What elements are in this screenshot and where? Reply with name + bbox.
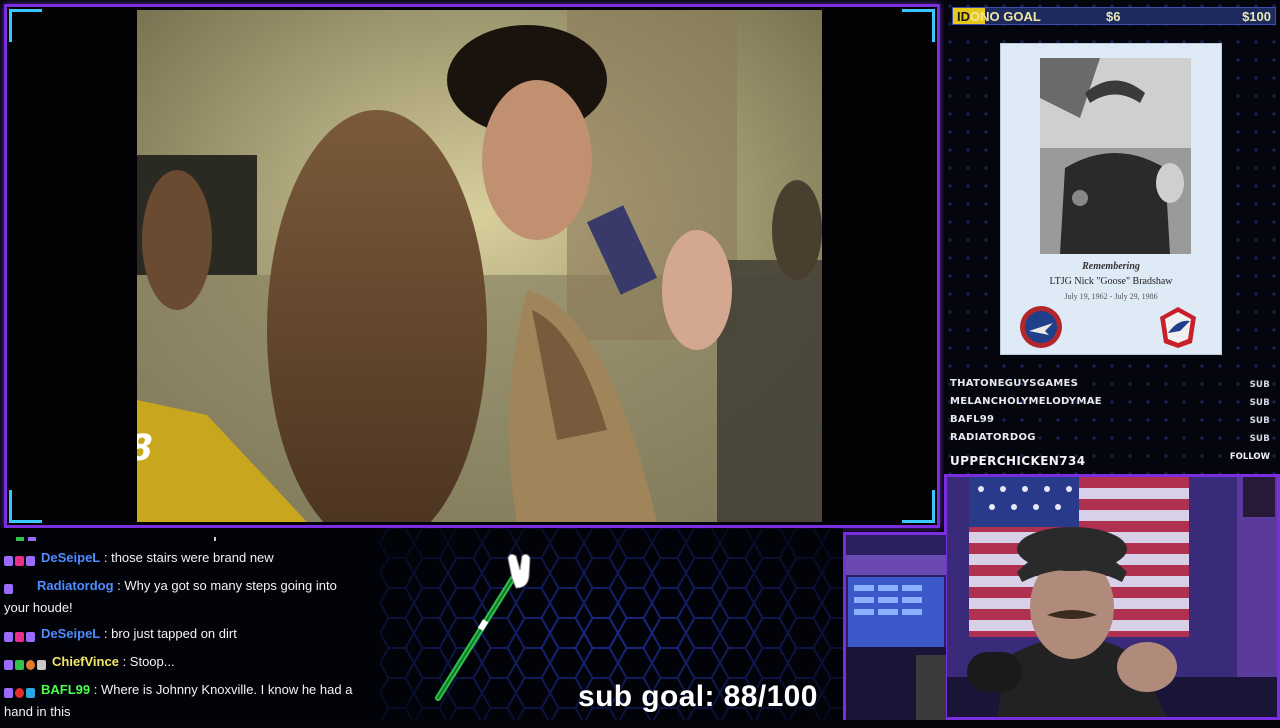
memorial-card: Remembering LTJG Nick "Goose" Bradshaw J… xyxy=(1000,43,1222,355)
event-row: RADIATORDOG SUB xyxy=(950,430,1270,448)
squadron-patch-left xyxy=(1020,306,1062,348)
chat-username[interactable]: Radiatordog xyxy=(37,578,114,593)
chat-message: DeSeipeL : bro just tapped on dirt xyxy=(4,624,364,646)
prime-badge-icon xyxy=(26,555,35,566)
corner-bracket xyxy=(902,9,935,42)
chat-message: ChiefVince : Stoop... xyxy=(4,652,364,674)
event-row: MELANCHOLYMELODYMAE SUB xyxy=(950,394,1270,412)
circle-badge-icon xyxy=(15,687,24,698)
squadron-patch-right xyxy=(1160,307,1196,348)
sub-badge-icon xyxy=(4,583,13,594)
event-type: SUB xyxy=(1249,398,1270,408)
donation-goal-target: $100 xyxy=(1242,9,1271,24)
side-camera-frame xyxy=(843,532,946,720)
event-username: RADIATORDOG xyxy=(950,432,1036,443)
follower-username: UPPERCHICKEN734 xyxy=(950,454,1086,468)
sub-goal-counter: sub goal: 88/100 xyxy=(578,680,818,713)
chat-username[interactable]: ChiefVince xyxy=(52,654,119,669)
event-username: THATONEGUYSGAMES xyxy=(950,378,1079,389)
misc-badge-icon xyxy=(37,659,46,670)
memorial-heading: Remembering xyxy=(1082,261,1140,272)
event-row: THATONEGUYSGAMES SUB xyxy=(950,376,1270,394)
sub-badge-icon xyxy=(4,631,13,642)
latest-follower: UPPERCHICKEN734 FOLLOW xyxy=(950,452,1270,472)
chat-message: BAFL99 : Where is Johnny Knoxville. I kn… xyxy=(4,680,364,722)
event-username: MELANCHOLYMELODYMAE xyxy=(950,396,1102,407)
memorial-photo xyxy=(1040,58,1191,254)
partial-chat-line xyxy=(16,534,216,544)
main-video-frame: 8 xyxy=(4,4,940,528)
event-username: BAFL99 xyxy=(950,414,995,425)
chat-text: : Stoop... xyxy=(118,654,175,669)
event-type: SUB xyxy=(1249,434,1270,444)
heart-badge-icon xyxy=(15,631,24,642)
chat-badges xyxy=(4,550,37,570)
corner-bracket xyxy=(9,490,42,523)
heart-badge-icon xyxy=(15,555,24,566)
sub-badge-icon xyxy=(4,659,13,670)
event-type: SUB xyxy=(1249,380,1270,390)
chat-badges xyxy=(4,578,15,598)
chat-text: : those stairs were brand new xyxy=(100,550,274,565)
chat-username[interactable]: DeSeipeL xyxy=(41,626,100,641)
corner-bracket xyxy=(9,9,42,42)
donation-goal-bar: IDONO GOAL $6 $100 xyxy=(952,7,1276,25)
memorial-dates: July 19, 1962 - July 29, 1986 xyxy=(1064,292,1158,301)
donation-goal-current: $6 xyxy=(1106,9,1121,24)
sub-badge-icon xyxy=(4,555,13,566)
webcam-frame xyxy=(944,474,1280,720)
video-content-image: 8 xyxy=(137,10,822,522)
side-camera-image xyxy=(846,535,946,720)
chat-panel: DeSeipeL : those stairs were brand new R… xyxy=(4,548,364,728)
blue-badge-icon xyxy=(26,687,35,698)
flower-badge-icon xyxy=(26,659,35,670)
chat-message: Radiatordog : Why ya got so many steps g… xyxy=(4,576,364,618)
webcam-image xyxy=(947,477,1277,717)
chat-badges xyxy=(4,682,37,702)
chat-username[interactable]: DeSeipeL xyxy=(41,550,100,565)
recent-events-list: THATONEGUYSGAMES SUB MELANCHOLYMELODYMAE… xyxy=(950,376,1270,448)
check-badge-icon xyxy=(15,659,24,670)
follower-type: FOLLOW xyxy=(1229,452,1270,462)
event-type: SUB xyxy=(1249,416,1270,426)
chat-badges xyxy=(4,626,37,646)
chat-message: DeSeipeL : those stairs were brand new xyxy=(4,548,364,570)
event-row: BAFL99 SUB xyxy=(950,412,1270,430)
chat-badges xyxy=(4,654,48,674)
chat-username[interactable]: BAFL99 xyxy=(41,682,90,697)
prime-badge-icon xyxy=(26,631,35,642)
sub-badge-icon xyxy=(4,687,13,698)
chat-text: : bro just tapped on dirt xyxy=(100,626,237,641)
memorial-name: LTJG Nick "Goose" Bradshaw xyxy=(1049,276,1173,287)
donation-goal-label: IDONO GOAL xyxy=(957,9,1041,24)
corner-bracket xyxy=(902,490,935,523)
hand-pointer-icon xyxy=(435,553,531,701)
